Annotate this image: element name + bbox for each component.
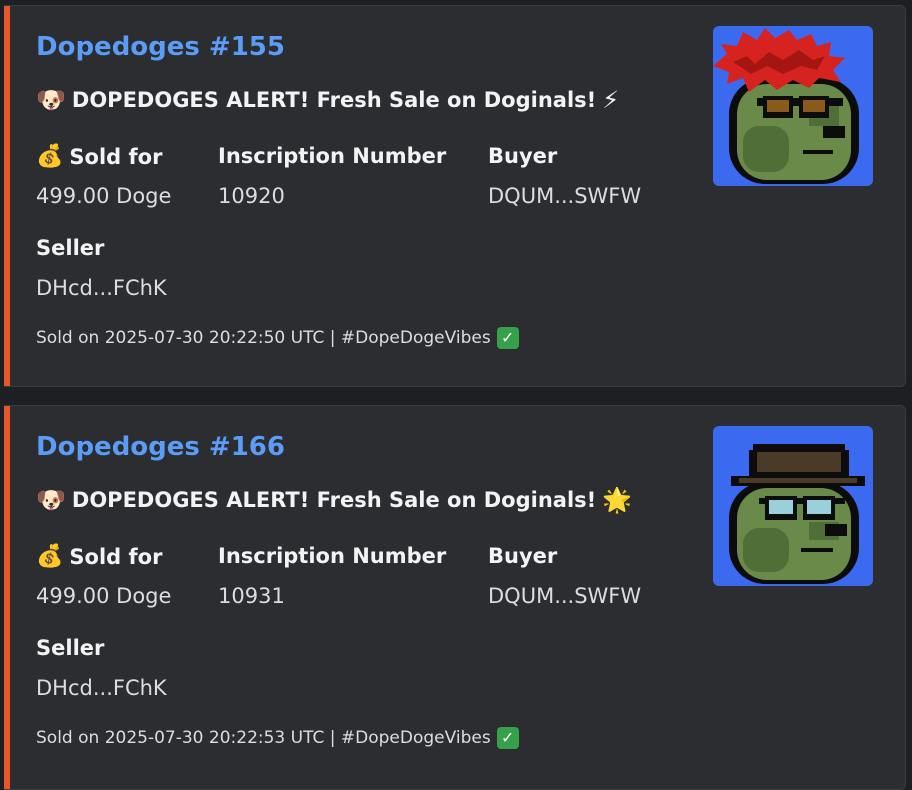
buyer-label: Buyer — [488, 144, 558, 168]
sale-embed: Dopedoges #166 🐶 DOPEDOGES ALERT! Fresh … — [4, 405, 906, 790]
sold-for-label: Sold for — [69, 544, 163, 569]
buyer-label: Buyer — [488, 544, 558, 568]
seller-label: Seller — [36, 636, 105, 660]
money-bag-icon: 💰 — [36, 544, 64, 569]
alert-line: 🐶 DOPEDOGES ALERT! Fresh Sale on Doginal… — [36, 86, 619, 114]
buyer-value: DQUM...SWFW — [488, 584, 642, 608]
lightning-icon: ⚡ — [602, 86, 620, 114]
sold-for-label: Sold for — [69, 144, 163, 169]
embed-footer: Sold on 2025-07-30 20:22:53 UTC | #DopeD… — [36, 727, 519, 749]
nft-thumbnail[interactable] — [713, 26, 873, 186]
inscription-label: Inscription Number — [218, 544, 447, 568]
inscription-value: 10920 — [218, 184, 285, 208]
seller-value: DHcd...FChK — [36, 676, 167, 700]
nft-thumbnail[interactable] — [713, 426, 873, 586]
embed-title-link[interactable]: Dopedoges #166 — [36, 432, 285, 462]
dog-face-icon: 🐶 — [36, 86, 66, 114]
dopedoge-red-hair-icon — [713, 26, 873, 186]
embed-footer: Sold on 2025-07-30 20:22:50 UTC | #DopeD… — [36, 327, 519, 349]
star-burst-icon: 🌟 — [602, 486, 633, 514]
sale-embed: Dopedoges #155 🐶 DOPEDOGES ALERT! Fresh … — [4, 5, 906, 387]
buyer-value: DQUM...SWFW — [488, 184, 642, 208]
embed-title-link[interactable]: Dopedoges #155 — [36, 32, 285, 62]
alert-line: 🐶 DOPEDOGES ALERT! Fresh Sale on Doginal… — [36, 486, 632, 514]
inscription-value: 10931 — [218, 584, 285, 608]
money-bag-icon: 💰 — [36, 144, 64, 169]
dopedoge-fedora-icon — [713, 426, 873, 586]
footer-text: Sold on 2025-07-30 20:22:53 UTC | #DopeD… — [36, 728, 491, 748]
seller-value: DHcd...FChK — [36, 276, 167, 300]
check-mark-icon: ✓ — [496, 327, 519, 349]
dog-face-icon: 🐶 — [36, 486, 66, 514]
footer-text: Sold on 2025-07-30 20:22:50 UTC | #DopeD… — [36, 328, 491, 348]
embed-accent-bar — [4, 6, 10, 386]
alert-text: DOPEDOGES ALERT! Fresh Sale on Doginals! — [71, 88, 597, 112]
sold-for-value: 499.00 Doge — [36, 584, 172, 608]
alert-text: DOPEDOGES ALERT! Fresh Sale on Doginals! — [71, 488, 597, 512]
field-sold-for-label: 💰 Sold for — [36, 544, 162, 569]
embed-accent-bar — [4, 406, 10, 789]
seller-label: Seller — [36, 236, 105, 260]
field-sold-for-label: 💰 Sold for — [36, 144, 162, 169]
sold-for-value: 499.00 Doge — [36, 184, 172, 208]
check-mark-icon: ✓ — [496, 727, 519, 749]
inscription-label: Inscription Number — [218, 144, 447, 168]
